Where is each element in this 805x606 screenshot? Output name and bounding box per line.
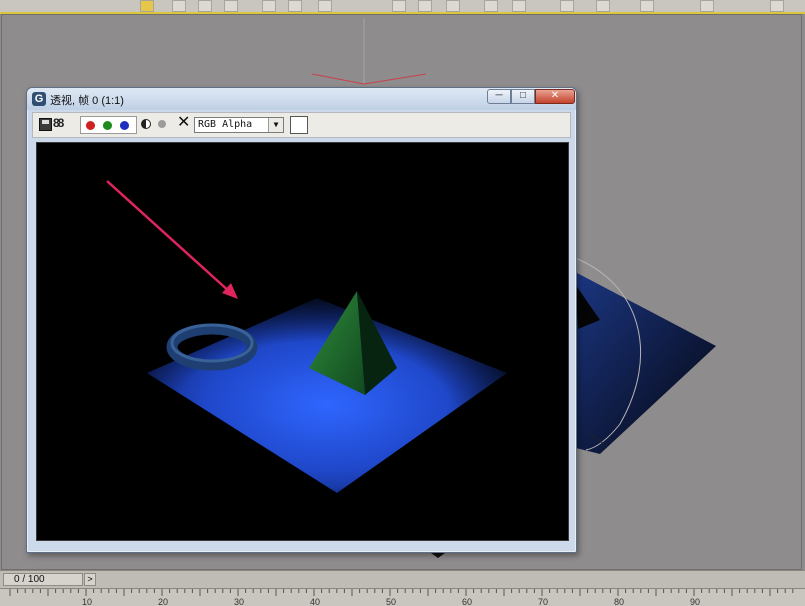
render-image [92,180,552,523]
chevron-down-icon[interactable]: ▼ [268,118,283,132]
blue-channel-icon[interactable] [120,121,129,130]
ruler-ticks [9,589,794,596]
toolbar-button[interactable] [318,0,332,12]
timeline-bar: 0 / 100 > [0,570,805,589]
clone-frame-icon[interactable]: 88 [53,116,64,130]
spotlight-falloff [92,283,552,523]
render-output [36,142,569,541]
toolbar-button[interactable] [198,0,212,12]
channel-toggle-group [80,116,137,134]
display-channel-select[interactable]: RGB Alpha ▼ [194,117,284,133]
time-slider[interactable]: 0 / 100 [3,573,83,586]
rendered-frame-window[interactable]: G 透视, 帧 0 (1:1) ─ □ ✕ 88 ✕ RGB Alpha ▼ [26,87,577,553]
frame-ruler[interactable]: 10 20 30 40 50 60 70 80 90 [0,588,805,606]
toolbar-button[interactable] [392,0,406,12]
toolbar-button[interactable] [172,0,186,12]
frame-toolbar: 88 ✕ RGB Alpha ▼ [32,112,571,138]
toolbar-button[interactable] [446,0,460,12]
next-frame-button[interactable]: > [84,573,96,586]
toolbar-button[interactable] [262,0,276,12]
color-swatch[interactable] [290,116,308,134]
main-toolbar [0,0,805,14]
toolbar-button[interactable] [560,0,574,12]
minimize-button[interactable]: ─ [487,89,511,104]
toolbar-button[interactable] [512,0,526,12]
close-button[interactable]: ✕ [535,89,575,104]
toolbar-button[interactable] [418,0,432,12]
select-tool-icon[interactable] [140,0,154,12]
green-channel-icon[interactable] [103,121,112,130]
maximize-button[interactable]: □ [511,89,535,104]
display-channel-value: RGB Alpha [198,119,253,130]
toolbar-button[interactable] [640,0,654,12]
alpha-channel-icon[interactable] [158,120,166,128]
save-icon[interactable] [39,118,52,131]
toolbar-button[interactable] [484,0,498,12]
toolbar-button[interactable] [596,0,610,12]
toolbar-button[interactable] [700,0,714,12]
annotation-arrow [106,180,232,294]
toolbar-button[interactable] [224,0,238,12]
title-bar[interactable]: G 透视, 帧 0 (1:1) ─ □ ✕ [27,88,576,110]
red-channel-icon[interactable] [86,121,95,130]
toolbar-button[interactable] [288,0,302,12]
window-title: 透视, 帧 0 (1:1) [50,95,124,107]
app-icon: G [32,92,46,106]
clear-icon[interactable]: ✕ [177,114,190,132]
monochrome-icon[interactable] [141,119,151,129]
toolbar-button[interactable] [770,0,784,12]
